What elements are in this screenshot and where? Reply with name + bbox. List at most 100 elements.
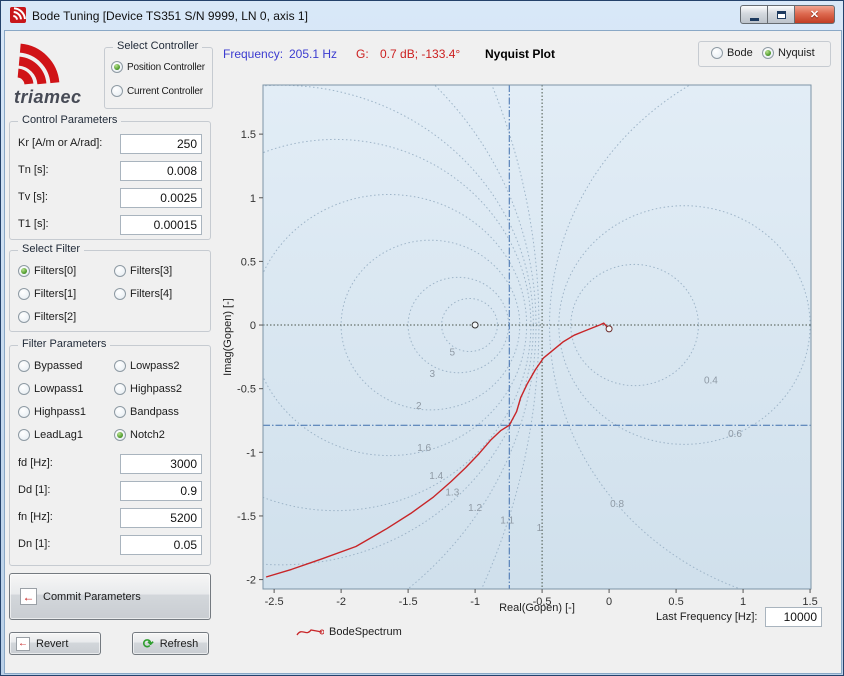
radio-icon xyxy=(114,383,126,395)
radio-filters-2[interactable]: Filters[2] xyxy=(18,311,76,323)
refresh-icon: ⟳ xyxy=(143,636,154,652)
revert-arrow-icon: ← xyxy=(16,637,30,651)
radio-label: Highpass1 xyxy=(34,406,86,418)
svg-text:Imag(Gopen) [-]: Imag(Gopen) [-] xyxy=(222,298,234,376)
tn-input[interactable] xyxy=(120,161,202,181)
radio-notch2[interactable]: Notch2 xyxy=(114,429,165,441)
group-caption: Control Parameters xyxy=(18,114,121,126)
radio-label: Highpass2 xyxy=(130,383,182,395)
dd-input[interactable] xyxy=(120,481,202,501)
radio-label: Filters[0] xyxy=(34,265,76,277)
t1-input[interactable] xyxy=(120,215,202,235)
svg-text:0.5: 0.5 xyxy=(241,256,256,268)
fd-label: fd [Hz]: xyxy=(18,457,53,469)
radio-icon xyxy=(114,265,126,277)
svg-text:0: 0 xyxy=(606,596,612,608)
svg-text:-1: -1 xyxy=(470,596,480,608)
close-icon: ✕ xyxy=(810,8,819,21)
gain-label: G: xyxy=(356,47,369,61)
radio-label: Current Controller xyxy=(127,86,203,97)
refresh-button[interactable]: ⟳ Refresh xyxy=(132,632,209,655)
radio-icon xyxy=(114,406,126,418)
radio-filters-1[interactable]: Filters[1] xyxy=(18,288,76,300)
radio-icon xyxy=(18,383,30,395)
frequency-value: 205.1 Hz xyxy=(289,47,337,61)
fd-input[interactable] xyxy=(120,454,202,474)
window-controls: ✕ xyxy=(740,5,835,24)
last-frequency-input[interactable] xyxy=(765,607,822,627)
radio-filters-4[interactable]: Filters[4] xyxy=(114,288,172,300)
radio-label: Filters[4] xyxy=(130,288,172,300)
radio-lowpass1[interactable]: Lowpass1 xyxy=(18,383,84,395)
brand-wordmark: triamec xyxy=(14,87,82,108)
window-title: Bode Tuning [Device TS351 S/N 9999, LN 0… xyxy=(32,9,308,23)
radio-bandpass[interactable]: Bandpass xyxy=(114,406,179,418)
radio-icon xyxy=(111,61,123,73)
radio-highpass2[interactable]: Highpass2 xyxy=(114,383,182,395)
fn-label: fn [Hz]: xyxy=(18,511,53,523)
fn-input[interactable] xyxy=(120,508,202,528)
radio-filters-3[interactable]: Filters[3] xyxy=(114,265,172,277)
radio-leadlag1[interactable]: LeadLag1 xyxy=(18,429,83,441)
svg-text:1.4: 1.4 xyxy=(429,471,443,482)
svg-text:-1.5: -1.5 xyxy=(399,596,418,608)
svg-text:1: 1 xyxy=(740,596,746,608)
radio-filters-0[interactable]: Filters[0] xyxy=(18,265,76,277)
radio-label: Nyquist xyxy=(778,47,815,59)
dn-input[interactable] xyxy=(120,535,202,555)
svg-text:-2: -2 xyxy=(246,575,256,587)
radio-icon xyxy=(18,265,30,277)
radio-label: Bode xyxy=(727,47,753,59)
svg-text:-2: -2 xyxy=(336,596,346,608)
svg-text:0.8: 0.8 xyxy=(610,499,624,510)
tn-label: Tn [s]: xyxy=(18,164,49,176)
radio-label: Filters[1] xyxy=(34,288,76,300)
radio-highpass1[interactable]: Highpass1 xyxy=(18,406,86,418)
app-icon xyxy=(10,7,26,23)
tv-input[interactable] xyxy=(120,188,202,208)
svg-text:-2.5: -2.5 xyxy=(265,596,284,608)
svg-text:-1.5: -1.5 xyxy=(237,511,256,523)
radio-lowpass2[interactable]: Lowpass2 xyxy=(114,360,180,372)
select-controller-group: Select Controller Position Controller Cu… xyxy=(104,47,213,109)
radio-label: LeadLag1 xyxy=(34,429,83,441)
minimize-button[interactable] xyxy=(740,5,768,24)
radio-bypassed[interactable]: Bypassed xyxy=(18,360,82,372)
nyquist-plot[interactable]: 5321.61.41.31.21.110.40.60.8-2.5-2-1.5-1… xyxy=(219,71,839,616)
svg-text:0.4: 0.4 xyxy=(704,376,718,387)
maximize-button[interactable] xyxy=(768,5,795,24)
radio-current-controller[interactable]: Current Controller xyxy=(111,85,203,97)
commit-button-label: Commit Parameters xyxy=(43,591,141,603)
radio-icon xyxy=(18,406,30,418)
svg-text:1: 1 xyxy=(537,523,543,534)
radio-icon xyxy=(114,288,126,300)
svg-text:1.3: 1.3 xyxy=(445,488,459,499)
filter-parameters-group: Filter Parameters Bypassed Lowpass1 High… xyxy=(9,345,211,566)
radio-icon xyxy=(18,288,30,300)
frequency-label: Frequency: xyxy=(223,47,283,61)
select-filter-group: Select Filter Filters[0] Filters[1] Filt… xyxy=(9,250,211,332)
radio-icon xyxy=(18,311,30,323)
revert-button[interactable]: ← Revert xyxy=(9,632,101,655)
kr-label: Kr [A/m or A/rad]: xyxy=(18,137,102,149)
svg-text:0.5: 0.5 xyxy=(668,596,683,608)
view-select-group: Bode Nyquist xyxy=(698,41,831,67)
svg-text:-0.5: -0.5 xyxy=(237,384,256,396)
control-parameters-group: Control Parameters Kr [A/m or A/rad]: Tn… xyxy=(9,121,211,240)
radio-icon xyxy=(114,429,126,441)
svg-text:5: 5 xyxy=(450,348,456,359)
commit-parameters-button[interactable]: ← Commit Parameters xyxy=(9,573,211,620)
radio-icon xyxy=(18,360,30,372)
radio-nyquist-view[interactable]: Nyquist xyxy=(762,47,815,59)
radio-icon xyxy=(111,85,123,97)
radio-label: Filters[3] xyxy=(130,265,172,277)
radio-bode-view[interactable]: Bode xyxy=(711,47,753,59)
legend-label: BodeSpectrum xyxy=(329,626,402,638)
radio-icon xyxy=(711,47,723,59)
svg-text:1.5: 1.5 xyxy=(241,129,256,141)
radio-position-controller[interactable]: Position Controller xyxy=(111,61,205,73)
kr-input[interactable] xyxy=(120,134,202,154)
dd-label: Dd [1]: xyxy=(18,484,50,496)
close-button[interactable]: ✕ xyxy=(795,5,835,24)
radio-label: Lowpass1 xyxy=(34,383,84,395)
